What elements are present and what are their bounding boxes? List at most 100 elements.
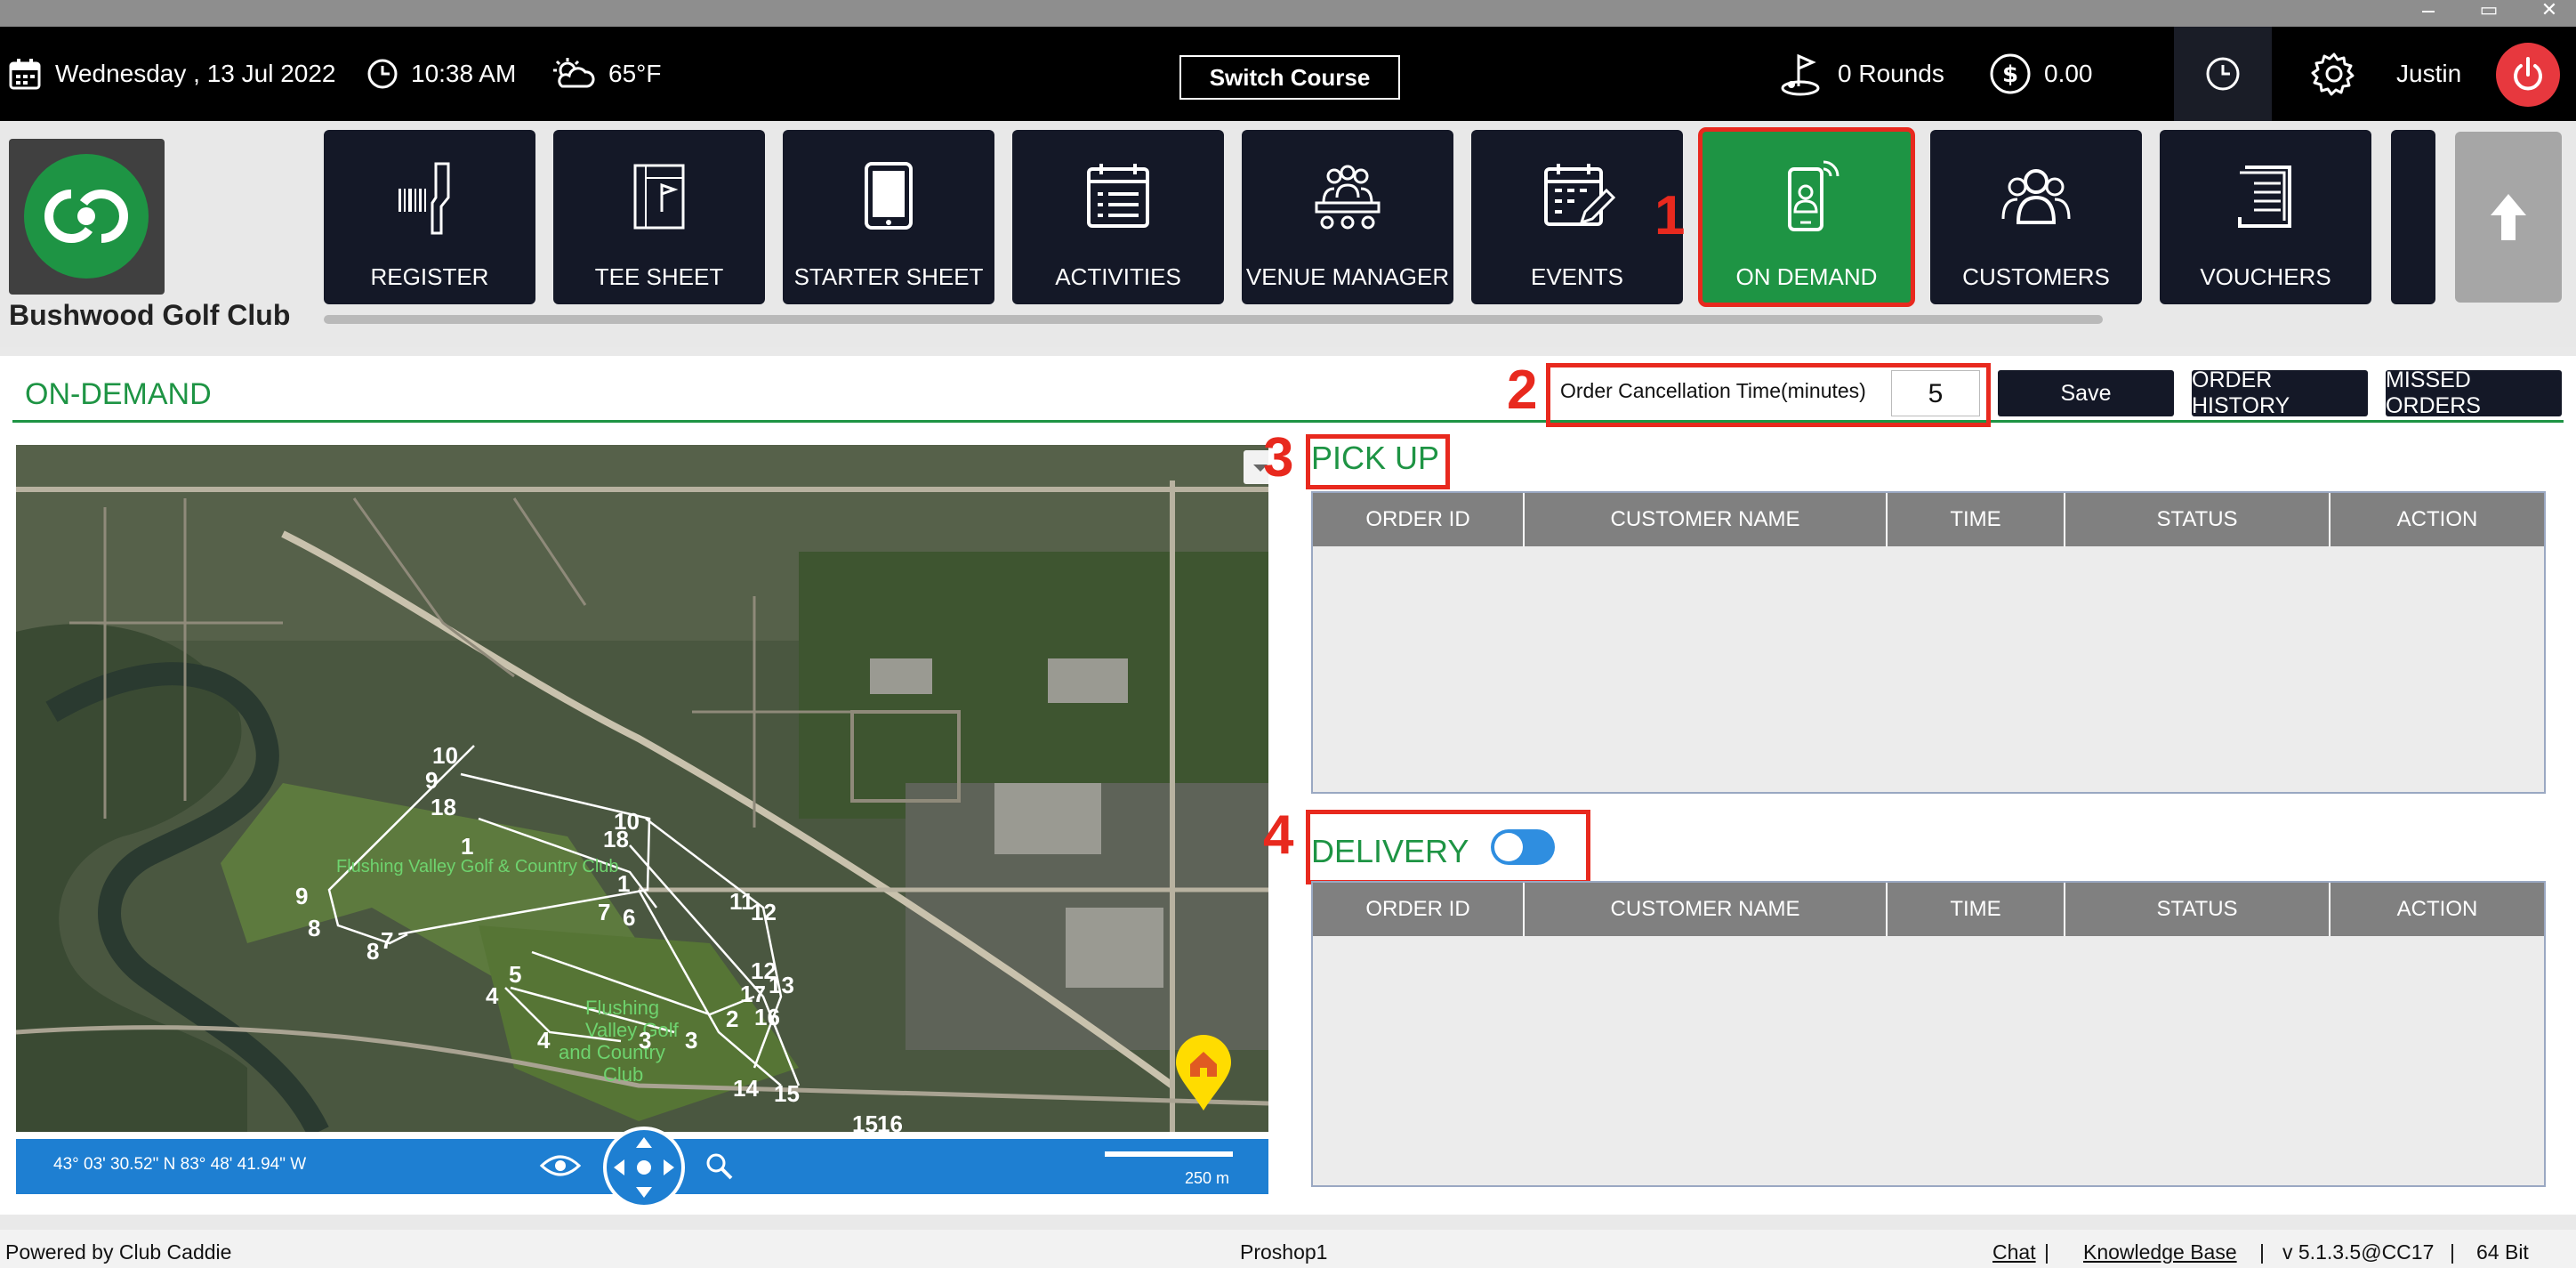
version-text: v 5.1.3.5@CC17 — [2282, 1240, 2435, 1264]
cancellation-time-input[interactable]: 5 — [1891, 370, 1980, 416]
history-clock-icon — [2206, 57, 2240, 91]
svg-text:12: 12 — [751, 899, 777, 925]
svg-text:3: 3 — [685, 1027, 697, 1054]
svg-text:8: 8 — [366, 938, 379, 965]
delivery-col-status[interactable]: STATUS — [2065, 883, 2330, 936]
golf-flag-icon — [1781, 53, 1820, 96]
nav-tee-sheet[interactable]: TEE SHEET — [553, 130, 765, 304]
clock-icon — [367, 59, 398, 89]
save-button[interactable]: Save — [1998, 370, 2174, 416]
nav-tee-sheet-label: TEE SHEET — [594, 263, 724, 290]
on-demand-panel: ON-DEMAND 2 Order Cancellation Time(minu… — [0, 356, 2576, 1215]
arrow-up-icon — [2491, 194, 2526, 240]
pickup-col-status[interactable]: STATUS — [2065, 493, 2330, 546]
annotation-3: 3 — [1263, 427, 1294, 489]
svg-text:18: 18 — [603, 826, 629, 852]
order-history-button[interactable]: ORDER HISTORY — [2192, 367, 2368, 418]
map-coordinates: 43° 03' 30.52" N 83° 48' 41.94" W — [53, 1155, 307, 1174]
nav-register-label: REGISTER — [370, 263, 489, 290]
top-status-bar: Wednesday , 13 Jul 2022 10:38 AM 65°F Sw… — [0, 27, 2576, 121]
course-label-2a: Flushing — [585, 997, 659, 1019]
delivery-toggle-knob — [1494, 833, 1523, 861]
nav-register[interactable]: REGISTER — [324, 130, 535, 304]
annotation-4: 4 — [1263, 804, 1294, 866]
logout-button[interactable] — [2496, 43, 2560, 107]
pickup-table-header: ORDER ID CUSTOMER NAME TIME STATUS ACTIO… — [1313, 493, 2544, 546]
delivery-table: ORDER ID CUSTOMER NAME TIME STATUS ACTIO… — [1311, 881, 2546, 1187]
nav-events-label: EVENTS — [1530, 263, 1624, 290]
weather-icon — [553, 58, 595, 88]
nav-starter-sheet[interactable]: STARTER SHEET — [783, 130, 994, 304]
tee-sheet-icon — [633, 164, 685, 230]
delivery-col-time[interactable]: TIME — [1888, 883, 2065, 936]
eye-icon[interactable] — [539, 1151, 582, 1180]
switch-course-button[interactable]: Switch Course — [1179, 55, 1400, 100]
annotation-2: 2 — [1507, 359, 1538, 421]
scroll-up-button[interactable] — [2455, 132, 2562, 303]
pickup-col-action[interactable]: ACTION — [2330, 493, 2544, 546]
nav-vouchers-label: VOUCHERS — [2200, 263, 2331, 290]
pickup-col-order-id[interactable]: ORDER ID — [1313, 493, 1525, 546]
svg-text:16: 16 — [877, 1111, 903, 1132]
delivery-col-customer-name[interactable]: CUSTOMER NAME — [1525, 883, 1888, 936]
delivery-col-order-id[interactable]: ORDER ID — [1313, 883, 1525, 936]
tablet-icon — [865, 162, 913, 230]
nav-venue-manager[interactable]: VENUE MANAGER — [1242, 130, 1453, 304]
calendar-list-icon — [1087, 164, 1149, 228]
search-icon[interactable] — [704, 1151, 735, 1182]
svg-text:16: 16 — [754, 1004, 780, 1030]
delivery-col-action[interactable]: ACTION — [2330, 883, 2544, 936]
nav-venue-manager-label: VENUE MANAGER — [1245, 263, 1450, 290]
cancellation-time-label: Order Cancellation Time(minutes) — [1560, 379, 1866, 402]
rounds-display: 0 Rounds — [1779, 27, 1944, 121]
home-marker-icon[interactable] — [1172, 1032, 1235, 1112]
nav-vouchers[interactable]: VOUCHERS — [2160, 130, 2371, 304]
nav-customers[interactable]: CUSTOMERS — [1930, 130, 2142, 304]
svg-text:2: 2 — [726, 1006, 738, 1032]
meeting-table-icon — [1315, 165, 1381, 230]
pickup-title: PICK UP — [1311, 440, 1440, 476]
svg-text:18: 18 — [431, 794, 456, 820]
nav-on-demand[interactable]: ON DEMAND — [1698, 127, 1915, 307]
nav-activities[interactable]: ACTIVITIES — [1012, 130, 1224, 304]
weather-text: 65°F — [608, 60, 662, 87]
date-text: Wednesday , 13 Jul 2022 — [55, 60, 336, 87]
footer-separator: | — [2044, 1240, 2049, 1264]
history-clock-button[interactable] — [2174, 27, 2272, 121]
pickup-col-customer-name[interactable]: CUSTOMER NAME — [1525, 493, 1888, 546]
balance-display: $ 0.00 — [1989, 27, 2093, 121]
footer-separator: | — [2259, 1240, 2265, 1264]
svg-text:$: $ — [2002, 61, 2018, 88]
nav-more-partial[interactable] — [2391, 130, 2435, 304]
delivery-title: DELIVERY — [1311, 833, 1469, 869]
maximize-button[interactable]: ▭ — [2469, 0, 2508, 27]
knowledge-base-link[interactable]: Knowledge Base — [2083, 1240, 2237, 1264]
delivery-table-header: ORDER ID CUSTOMER NAME TIME STATUS ACTIO… — [1313, 883, 2544, 936]
svg-text:4: 4 — [486, 982, 499, 1009]
close-window-button[interactable]: ✕ — [2530, 0, 2569, 27]
footer-separator: | — [2450, 1240, 2455, 1264]
nav-scrollbar[interactable] — [324, 315, 2103, 324]
voucher-icon — [2238, 166, 2291, 228]
club-name: Bushwood Golf Club — [9, 299, 291, 331]
date-display: Wednesday , 13 Jul 2022 — [7, 27, 335, 121]
minimize-button[interactable]: ‒ — [2409, 0, 2448, 27]
app-window: ‒ ▭ ✕ Wednesday , 13 Jul 2022 10:38 AM 6… — [0, 0, 2576, 1268]
map-scale-label: 250 m — [1185, 1169, 1230, 1187]
powered-by-text: Powered by Club Caddie — [5, 1240, 232, 1264]
nav-activities-label: ACTIVITIES — [1055, 263, 1181, 290]
club-logo — [9, 139, 165, 295]
user-name[interactable]: Justin — [2396, 27, 2461, 121]
missed-orders-button[interactable]: MISSED ORDERS — [2386, 367, 2562, 418]
nav-events[interactable]: EVENTS — [1471, 130, 1683, 304]
chat-link[interactable]: Chat — [1992, 1240, 2036, 1264]
pickup-col-time[interactable]: TIME — [1888, 493, 2065, 546]
svg-text:9: 9 — [425, 767, 438, 794]
delivery-toggle[interactable] — [1491, 829, 1555, 865]
pan-control-icon[interactable] — [603, 1127, 685, 1208]
power-icon — [2514, 57, 2542, 91]
time-display: 10:38 AM — [366, 27, 516, 121]
course-label: Flushing Valley Golf & Country Club — [336, 857, 619, 876]
settings-button[interactable] — [2311, 27, 2370, 121]
course-map[interactable]: Flushing Valley Golf & Country Club Flus… — [16, 445, 1268, 1132]
